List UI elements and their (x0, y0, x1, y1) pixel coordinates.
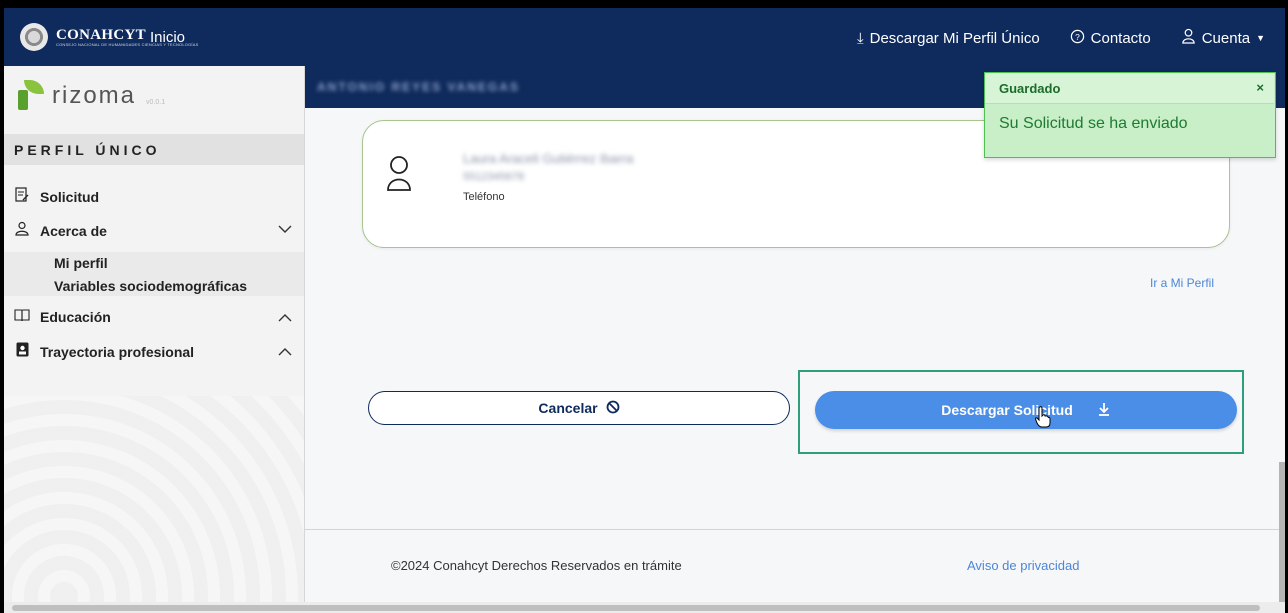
sidebar-item-label: Educación (40, 309, 111, 325)
download-icon: ⤓ (856, 29, 864, 47)
sidebar-item-label: Solicitud (40, 188, 100, 205)
download-solicitud-button[interactable]: Descargar Solicitud (815, 391, 1237, 429)
contact-phone: 5512345678 (463, 171, 525, 183)
sidebar-subitem-mi-perfil[interactable]: Mi perfil (54, 255, 108, 271)
rizoma-leaf-icon (18, 80, 44, 110)
footer: ©2024 Conahcyt Derechos Reservados en tr… (305, 529, 1285, 613)
sidebar-subitem-variables[interactable]: Variables sociodemográficas (54, 278, 247, 294)
rizoma-version: v0.0.1 (146, 99, 166, 106)
sidebar-item-educacion[interactable]: Educación (14, 308, 111, 326)
horizontal-scrollbar[interactable] (4, 602, 1285, 613)
perfil-unico-title: PERFIL ÚNICO (14, 142, 161, 158)
privacy-link[interactable]: Aviso de privacidad (967, 558, 1080, 573)
user-icon (1181, 28, 1196, 48)
conahcyt-seal-icon (20, 23, 48, 51)
perfil-unico-header: PERFIL ÚNICO (4, 134, 304, 165)
close-icon[interactable]: × (1256, 80, 1264, 95)
user-icon (14, 221, 30, 240)
contact-label: Contacto (1090, 29, 1151, 47)
sidebar-item-label: Acerca de (40, 222, 107, 239)
vertical-scrollbar[interactable] (1279, 462, 1285, 602)
sidebar-item-acerca-de[interactable]: Acerca de (14, 221, 107, 240)
horizontal-scrollbar-thumb[interactable] (12, 605, 1260, 611)
sidebar-item-solicitud[interactable]: Solicitud (14, 187, 99, 206)
sidebar-item-label: Trayectoria profesional (40, 343, 195, 360)
chevron-up-icon[interactable] (278, 346, 292, 360)
help-circle-icon: ? (1070, 29, 1085, 48)
document-edit-icon (14, 187, 30, 206)
account-label: Cuenta (1201, 29, 1251, 47)
cancel-label: Cancelar (538, 400, 598, 416)
chevron-up-icon[interactable] (278, 312, 292, 326)
rizoma-logo[interactable]: rizoma v0.0.1 (18, 80, 165, 110)
download-icon (1097, 402, 1111, 419)
chevron-down-icon[interactable] (278, 223, 292, 237)
rizoma-name: rizoma (52, 82, 137, 109)
download-profile-label: Descargar Mi Perfil Único (869, 29, 1040, 47)
toast-message: Su Solicitud se ha enviado (999, 115, 1188, 132)
toast-title: Guardado (999, 81, 1061, 96)
account-menu[interactable]: Cuenta ▼ (1181, 28, 1265, 48)
top-navbar: CONAHCYT CONSEJO NACIONAL DE HUMANIDADES… (4, 8, 1285, 66)
browser-viewport: CONAHCYT CONSEJO NACIONAL DE HUMANIDADES… (4, 8, 1285, 613)
sidebar-item-trayectoria[interactable]: Trayectoria profesional (14, 342, 194, 361)
copyright-text: ©2024 Conahcyt Derechos Reservados en tr… (391, 558, 682, 573)
phone-label: Teléfono (463, 191, 505, 203)
user-icon (385, 154, 413, 197)
user-name: ANTONIO REYES VANEGAS (317, 80, 520, 94)
contact-link[interactable]: ? Contacto (1070, 29, 1151, 48)
sidebar-pattern (4, 396, 304, 613)
download-label: Descargar Solicitud (941, 402, 1073, 418)
hand-cursor-icon (1034, 406, 1051, 428)
nav-inicio-link[interactable]: Inicio (150, 29, 185, 46)
badge-icon (14, 342, 30, 361)
ir-a-mi-perfil-link[interactable]: Ir a Mi Perfil (1150, 276, 1214, 290)
sidebar: rizoma v0.0.1 PERFIL ÚNICO Solicitud Ace… (4, 66, 305, 613)
contact-name: Laura Araceli Gutiérrez Ibarra (463, 151, 634, 166)
svg-text:?: ? (1075, 31, 1080, 41)
success-toast: Guardado × Su Solicitud se ha enviado (984, 72, 1276, 158)
cancel-button[interactable]: Cancelar (368, 391, 790, 425)
book-icon (14, 308, 30, 326)
prohibited-icon (606, 400, 620, 417)
toast-header: Guardado × (985, 73, 1274, 104)
caret-down-icon: ▼ (1256, 33, 1265, 43)
download-profile-link[interactable]: ⤓ Descargar Mi Perfil Único (857, 30, 1040, 47)
